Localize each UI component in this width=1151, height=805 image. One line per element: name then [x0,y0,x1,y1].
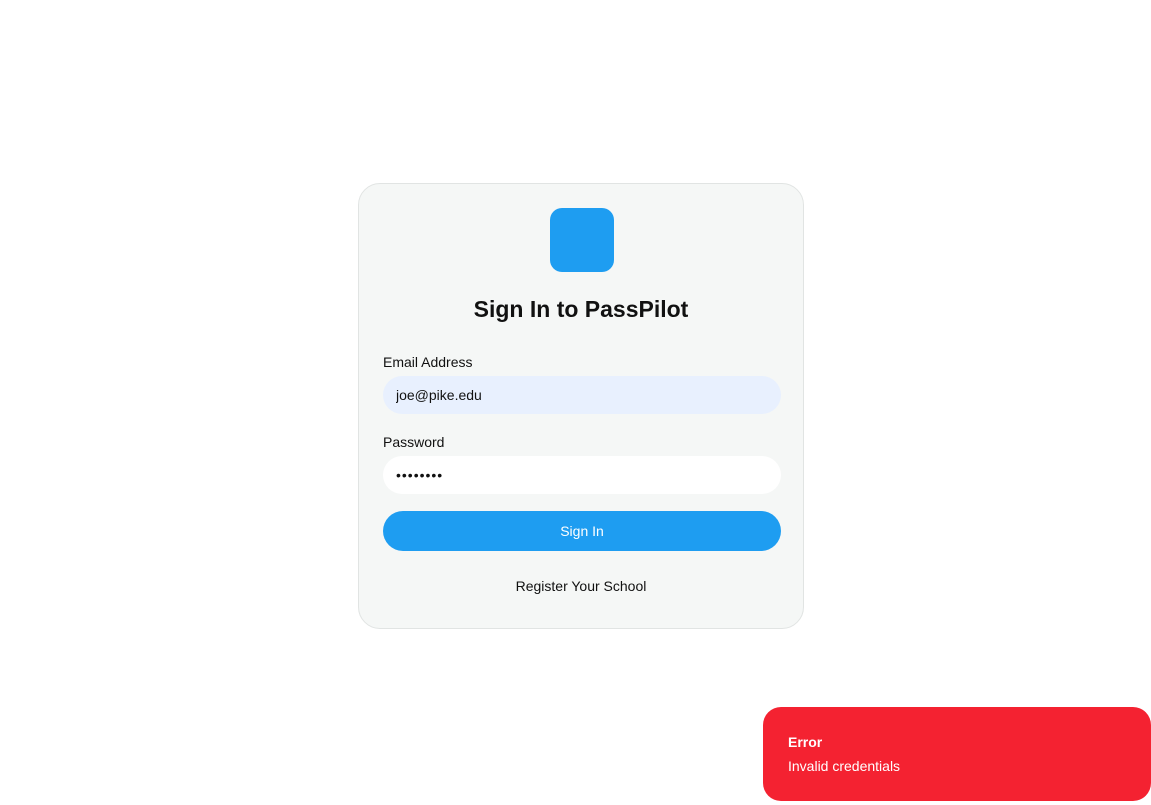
toast-title: Error [788,734,823,750]
email-label: Email Address [383,354,473,370]
password-field[interactable] [383,456,781,494]
email-field[interactable] [383,376,781,414]
page-title: Sign In to PassPilot [473,296,689,322]
login-card: Sign In to PassPilot Email Address Passw… [358,183,804,629]
login-page: Sign In to PassPilot Email Address Passw… [0,0,1151,805]
toast-message: Invalid credentials [788,758,901,774]
register-school-link[interactable]: Register Your School [359,578,803,594]
error-toast: Error Invalid credentials [763,707,1151,801]
password-label: Password [383,434,445,450]
app-logo [550,208,614,272]
sign-in-button[interactable]: Sign In [383,511,781,551]
